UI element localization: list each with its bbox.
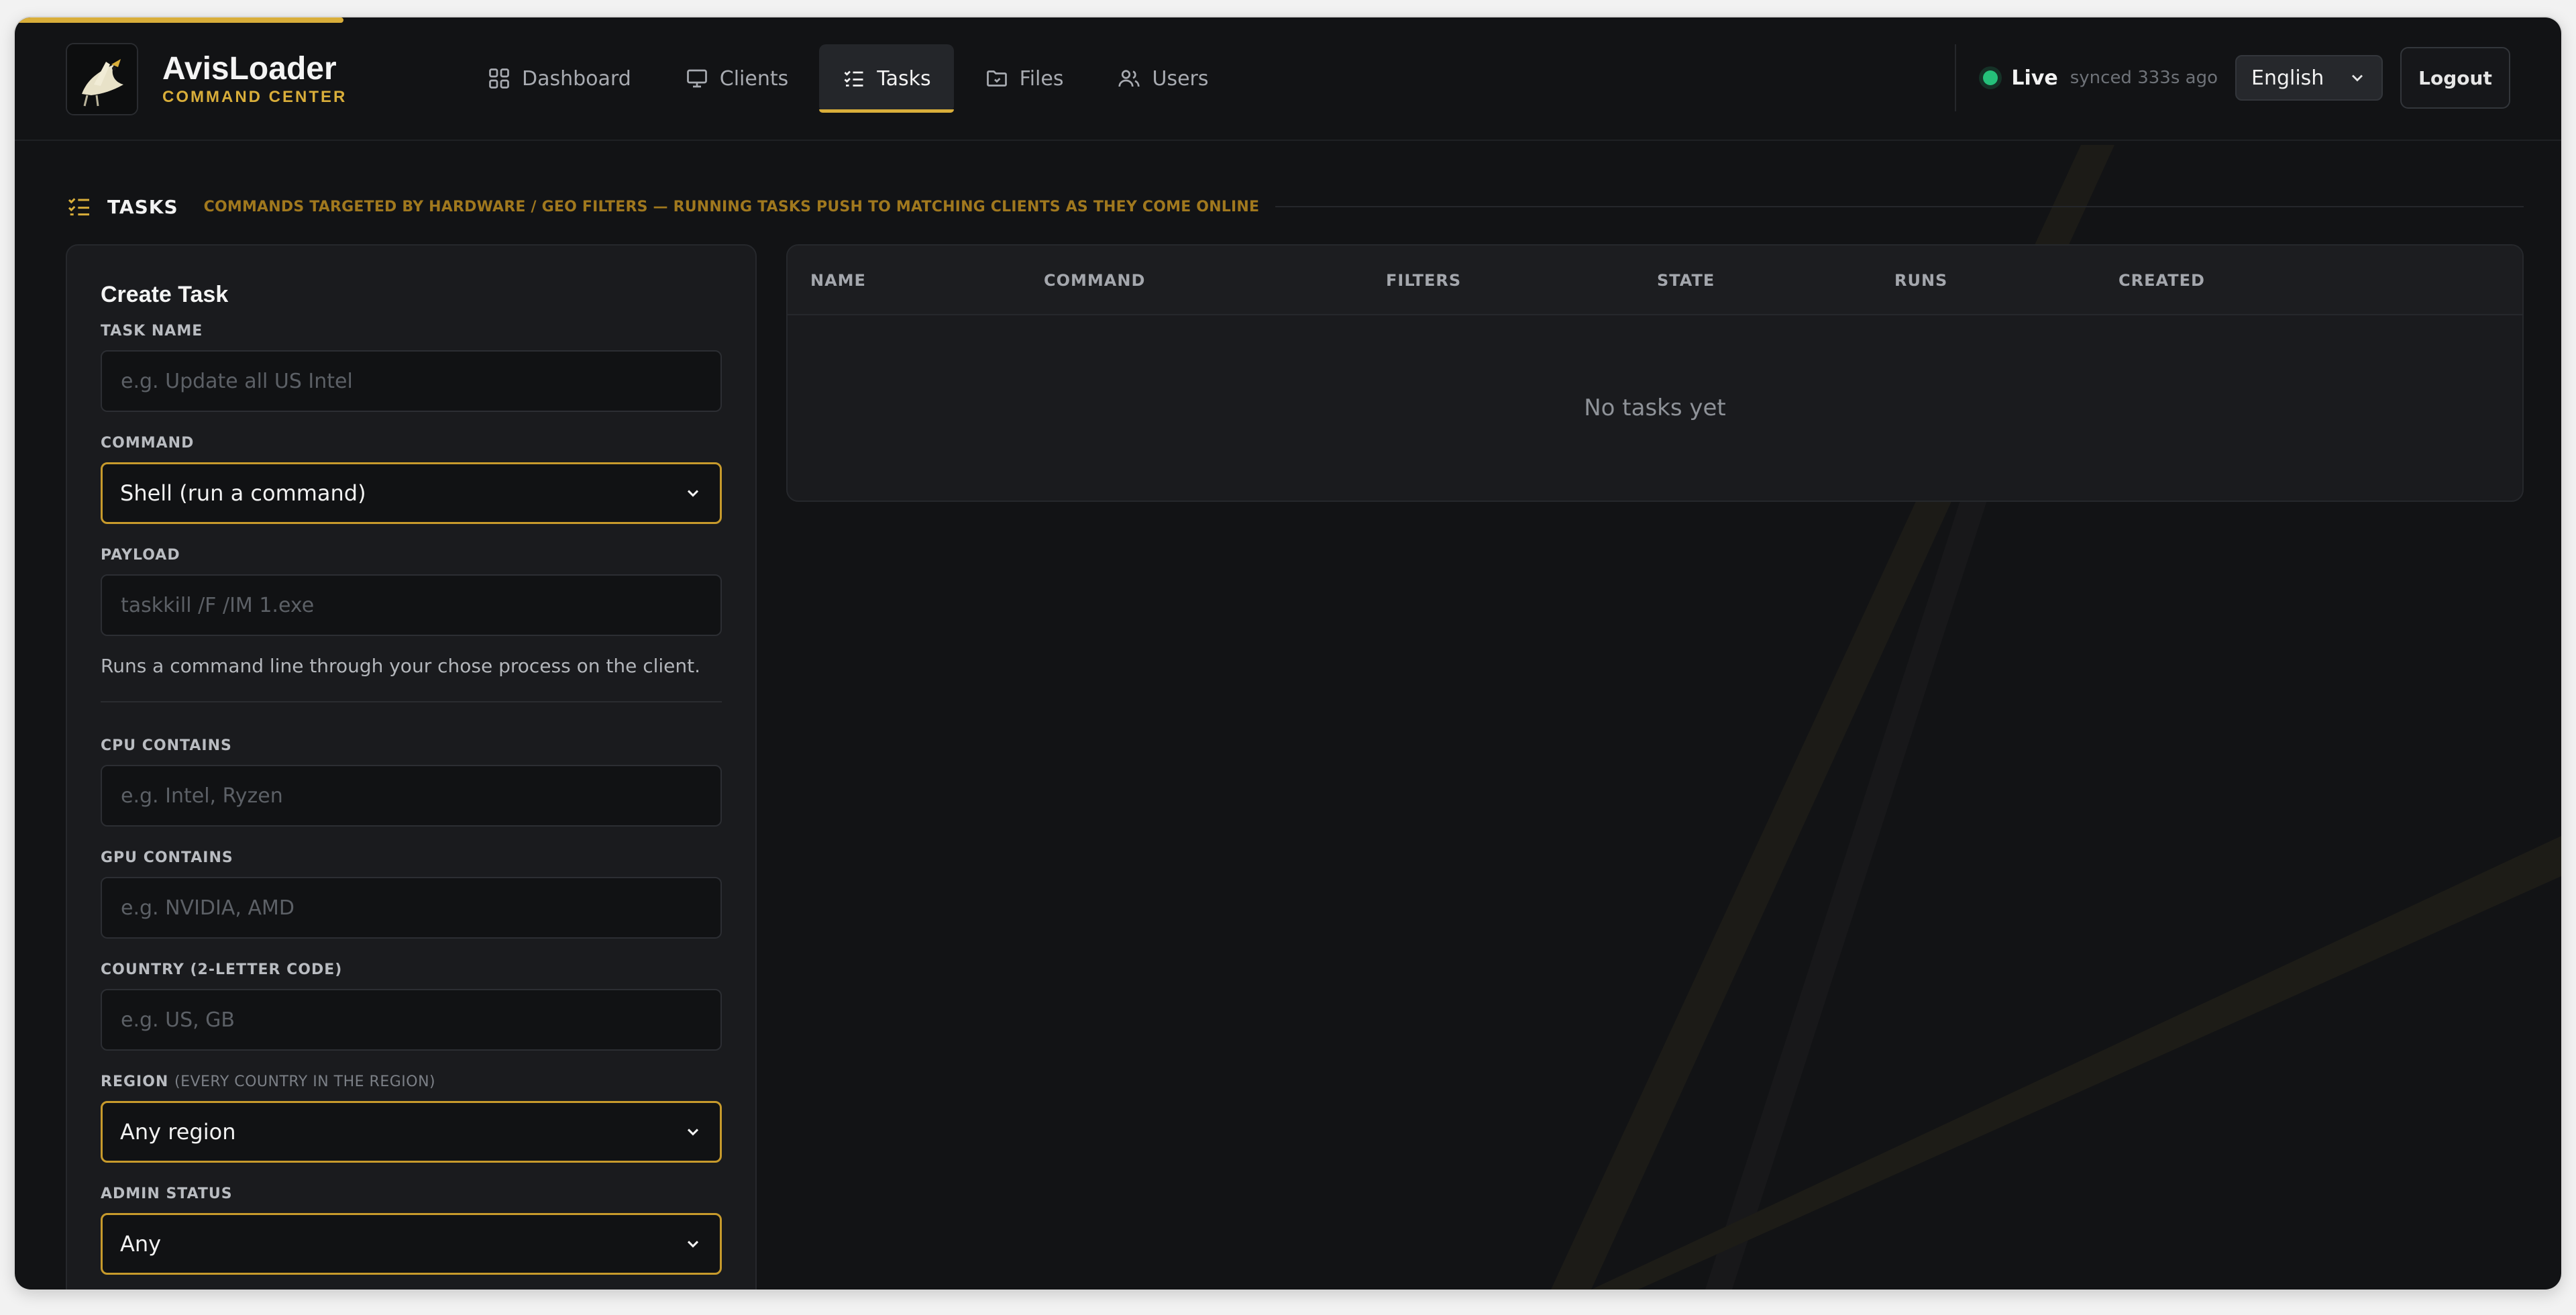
- live-status-label: Live: [2011, 66, 2058, 90]
- logout-button[interactable]: Logout: [2400, 47, 2510, 109]
- command-label: COMMAND: [101, 435, 195, 452]
- region-label-note: (EVERY COUNTRY IN THE REGION): [174, 1073, 436, 1090]
- region-label-text: REGION: [101, 1073, 169, 1090]
- region-selected: Any region: [120, 1119, 236, 1145]
- payload-label: PAYLOAD: [101, 547, 180, 564]
- column-header-state[interactable]: STATE: [1657, 246, 1715, 315]
- command-field: COMMAND Shell (run a command): [101, 435, 722, 524]
- section-header: TASKS COMMANDS TARGETED BY HARDWARE / GE…: [66, 191, 2524, 223]
- admin-status-select[interactable]: Any: [101, 1213, 722, 1275]
- create-task-panel: Create Task TASK NAME COMMAND Shell (run…: [66, 244, 757, 1290]
- command-selected: Shell (run a command): [120, 480, 366, 506]
- tasks-table: NAME COMMAND FILTERS STATE RUNS CREATED …: [786, 244, 2524, 502]
- chevron-down-icon: [687, 1241, 699, 1248]
- folder-icon: [985, 66, 1009, 91]
- cpu-input[interactable]: [101, 765, 722, 827]
- grid-icon: [487, 66, 511, 91]
- section-description: COMMANDS TARGETED BY HARDWARE / GEO FILT…: [203, 198, 1260, 215]
- tab-users-label: Users: [1152, 66, 1209, 91]
- tab-tasks[interactable]: Tasks: [819, 44, 955, 113]
- language-select[interactable]: English: [2235, 55, 2383, 101]
- chevron-down-icon: [687, 490, 699, 497]
- tab-tasks-label: Tasks: [877, 66, 931, 91]
- gpu-field: GPU CONTAINS: [101, 849, 722, 939]
- cpu-field: CPU CONTAINS: [101, 737, 722, 827]
- brand: AvisLoader COMMAND CENTER: [66, 43, 347, 115]
- column-header-created[interactable]: CREATED: [2118, 246, 2205, 315]
- tab-dashboard[interactable]: Dashboard: [464, 44, 654, 113]
- command-help-text: Runs a command line through your chose p…: [101, 655, 701, 677]
- country-field: COUNTRY (2-LETTER CODE): [101, 961, 722, 1051]
- chevron-down-icon: [687, 1128, 699, 1136]
- command-select[interactable]: Shell (run a command): [101, 462, 722, 524]
- app-window: AvisLoader COMMAND CENTER Dashboard Clie…: [15, 17, 2561, 1290]
- country-label: COUNTRY (2-LETTER CODE): [101, 961, 343, 978]
- task-name-field: TASK NAME: [101, 323, 722, 412]
- panel-title: Create Task: [101, 282, 229, 307]
- country-input[interactable]: [101, 989, 722, 1051]
- tab-files-label: Files: [1019, 66, 1064, 91]
- chevron-down-icon: [2352, 74, 2363, 82]
- cpu-label: CPU CONTAINS: [101, 737, 232, 754]
- region-field: REGION (EVERY COUNTRY IN THE REGION) Any…: [101, 1073, 722, 1163]
- gpu-input[interactable]: [101, 877, 722, 939]
- nav-right: Live synced 333s ago English Logout: [1955, 44, 2510, 111]
- users-icon: [1117, 66, 1141, 91]
- tab-dashboard-label: Dashboard: [522, 66, 631, 91]
- admin-status-label: ADMIN STATUS: [101, 1186, 233, 1202]
- nav-tabs: Dashboard Clients Tasks Files Users: [464, 44, 1240, 113]
- section-title: TASKS: [107, 195, 178, 218]
- tab-clients[interactable]: Clients: [662, 44, 811, 113]
- admin-status-field: ADMIN STATUS Any: [101, 1186, 722, 1275]
- top-navbar: AvisLoader COMMAND CENTER Dashboard Clie…: [15, 17, 2561, 141]
- tab-users[interactable]: Users: [1094, 44, 1231, 113]
- region-select[interactable]: Any region: [101, 1101, 722, 1163]
- section-divider: [1275, 206, 2524, 207]
- live-status-dot: [1983, 70, 1998, 85]
- task-name-label: TASK NAME: [101, 323, 203, 339]
- brand-name: AvisLoader: [162, 51, 337, 87]
- tab-files[interactable]: Files: [962, 44, 1087, 113]
- tasks-icon: [66, 193, 93, 220]
- region-label: REGION (EVERY COUNTRY IN THE REGION): [101, 1073, 722, 1090]
- column-header-runs[interactable]: RUNS: [1894, 246, 1947, 315]
- admin-status-selected: Any: [120, 1231, 162, 1257]
- table-header: NAME COMMAND FILTERS STATE RUNS CREATED: [788, 246, 2522, 315]
- language-selected: English: [2251, 66, 2324, 90]
- monitor-icon: [685, 66, 709, 91]
- column-header-name[interactable]: NAME: [810, 246, 866, 315]
- brand-subtitle: COMMAND CENTER: [162, 88, 347, 106]
- empty-state-text: No tasks yet: [1584, 394, 1726, 421]
- tab-clients-label: Clients: [719, 66, 789, 91]
- payload-field: PAYLOAD: [101, 547, 722, 636]
- nav-divider: [1955, 44, 1957, 111]
- gpu-label: GPU CONTAINS: [101, 849, 233, 866]
- sync-status-text: synced 333s ago: [2070, 68, 2218, 88]
- task-name-input[interactable]: [101, 350, 722, 412]
- brand-logo: [66, 43, 138, 115]
- column-header-filters[interactable]: FILTERS: [1386, 246, 1461, 315]
- form-divider: [101, 701, 722, 702]
- payload-input[interactable]: [101, 574, 722, 636]
- column-header-command[interactable]: COMMAND: [1044, 246, 1145, 315]
- tasks-icon: [842, 66, 866, 91]
